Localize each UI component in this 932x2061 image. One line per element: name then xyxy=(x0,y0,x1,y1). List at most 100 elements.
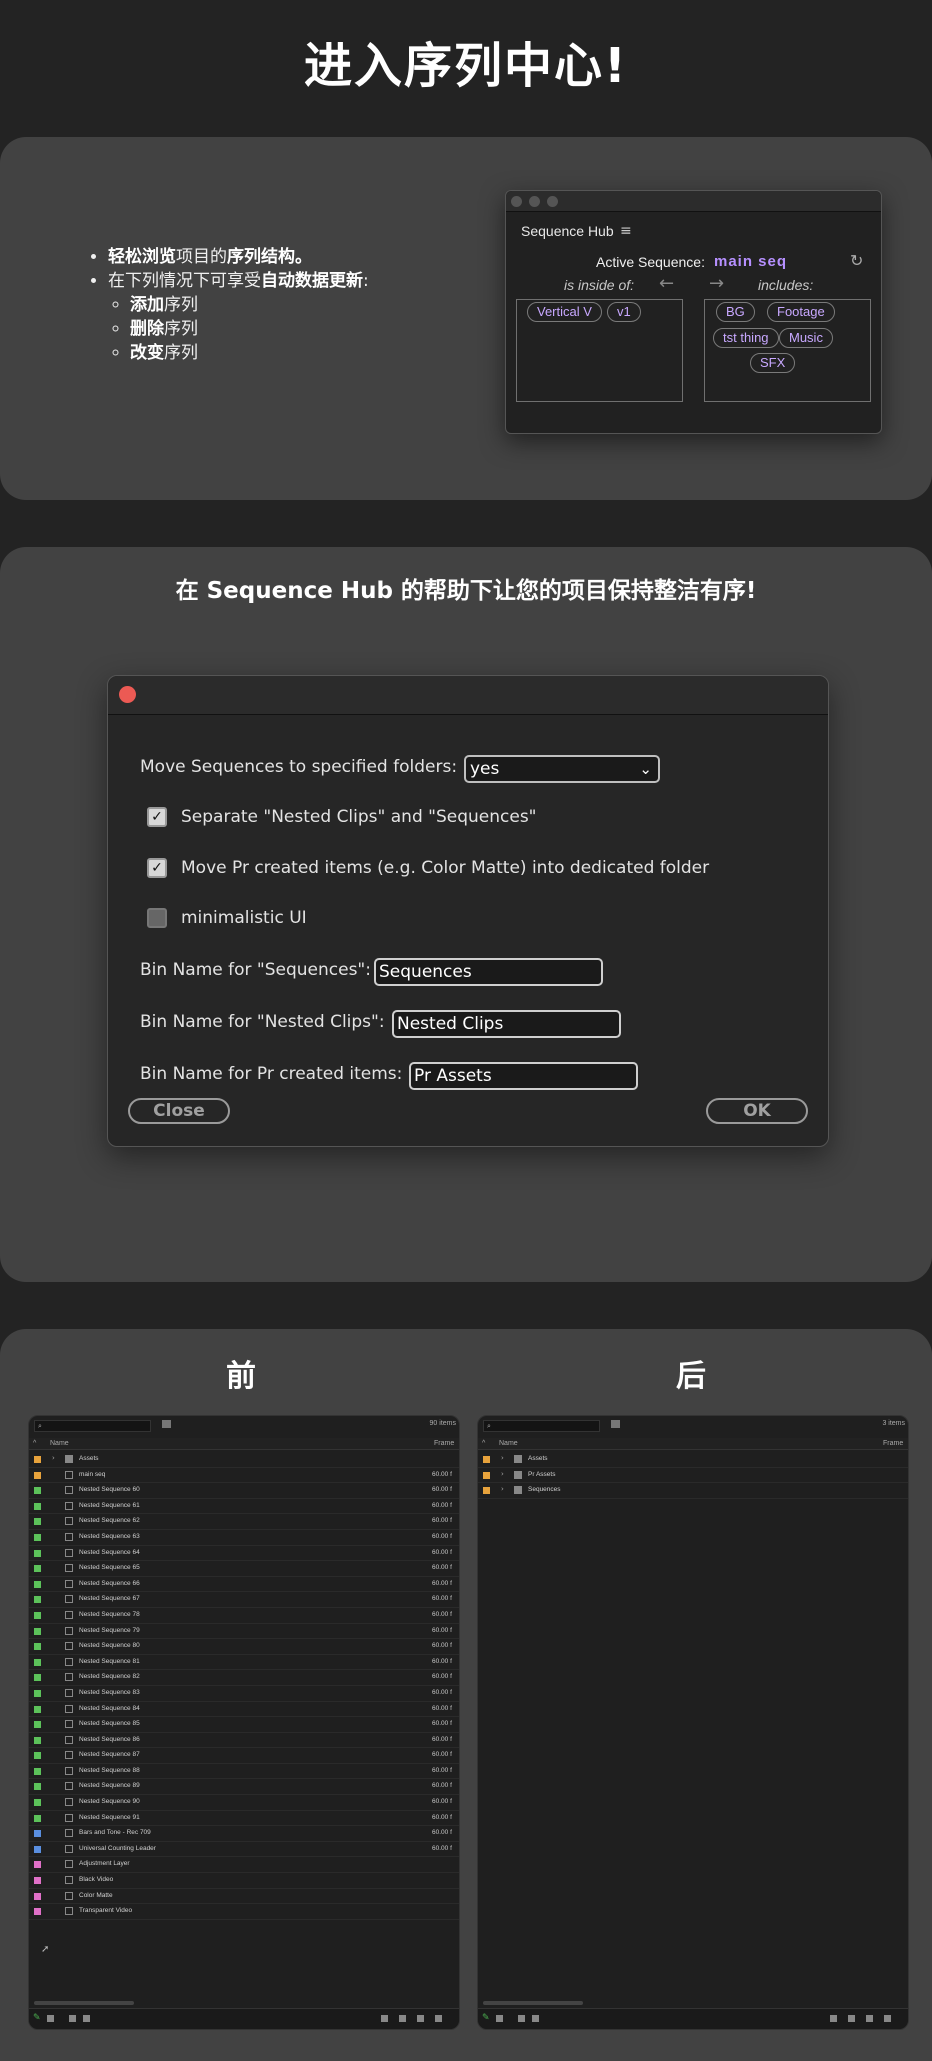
table-row[interactable]: Bars and Tone - Rec 709 60.00 f xyxy=(29,1826,459,1842)
label-color-swatch[interactable] xyxy=(34,1533,41,1541)
disclosure-triangle-icon[interactable]: › xyxy=(501,1470,504,1478)
table-row[interactable]: Transparent Video xyxy=(29,1904,459,1920)
trash-icon[interactable] xyxy=(884,2015,891,2022)
table-row[interactable]: › Assets xyxy=(29,1452,459,1468)
label-color-swatch[interactable] xyxy=(34,1830,41,1838)
refresh-icon[interactable]: ↻ xyxy=(850,251,863,270)
sequence-chip[interactable]: BG xyxy=(716,302,755,322)
arrow-right-icon[interactable]: → xyxy=(709,273,724,294)
ok-button[interactable]: OK xyxy=(706,1098,808,1124)
label-color-swatch[interactable] xyxy=(34,1721,41,1729)
label-color-swatch[interactable] xyxy=(34,1596,41,1604)
sequence-chip[interactable]: v1 xyxy=(607,302,641,322)
move-sequences-select[interactable]: yes ⌄ xyxy=(464,755,660,783)
arrow-left-icon[interactable]: ← xyxy=(659,273,674,294)
table-row[interactable]: Nested Sequence 87 60.00 f xyxy=(29,1748,459,1764)
label-color-swatch[interactable] xyxy=(483,1487,490,1495)
list-view-icon[interactable] xyxy=(496,2015,503,2022)
find-icon[interactable] xyxy=(830,2015,837,2022)
sequence-chip[interactable]: tst thing xyxy=(713,328,779,348)
freeform-view-icon[interactable] xyxy=(83,2015,90,2022)
table-row[interactable]: main seq 60.00 f xyxy=(29,1468,459,1484)
label-color-swatch[interactable] xyxy=(34,1502,41,1510)
table-row[interactable]: › Assets xyxy=(478,1452,908,1468)
table-row[interactable]: Nested Sequence 61 60.00 f xyxy=(29,1499,459,1515)
label-color-swatch[interactable] xyxy=(34,1752,41,1760)
trash-icon[interactable] xyxy=(435,2015,442,2022)
sequence-chip[interactable]: Music xyxy=(779,328,833,348)
sequence-chip[interactable]: Footage xyxy=(767,302,835,322)
new-item-icon[interactable] xyxy=(417,2015,424,2022)
table-row[interactable]: Nested Sequence 67 60.00 f xyxy=(29,1592,459,1608)
column-frame[interactable]: Frame xyxy=(434,1440,454,1447)
bin-nested-input[interactable]: Nested Clips xyxy=(392,1010,621,1038)
sort-icon[interactable]: ^ xyxy=(482,1440,485,1447)
label-color-swatch[interactable] xyxy=(34,1471,41,1479)
horizontal-scrollbar[interactable] xyxy=(483,2001,583,2005)
table-row[interactable]: Nested Sequence 62 60.00 f xyxy=(29,1514,459,1530)
label-color-swatch[interactable] xyxy=(483,1456,490,1463)
new-bin-icon[interactable] xyxy=(399,2015,406,2022)
label-color-swatch[interactable] xyxy=(34,1487,41,1495)
label-color-swatch[interactable] xyxy=(34,1814,41,1822)
minimalistic-ui-checkbox[interactable] xyxy=(147,908,167,928)
table-row[interactable]: Adjustment Layer xyxy=(29,1857,459,1874)
label-color-swatch[interactable] xyxy=(34,1861,41,1869)
label-color-swatch[interactable] xyxy=(34,1627,41,1635)
label-color-swatch[interactable] xyxy=(34,1845,41,1853)
label-color-swatch[interactable] xyxy=(34,1799,41,1807)
search-input[interactable]: ⌕ xyxy=(483,1420,600,1432)
disclosure-triangle-icon[interactable]: › xyxy=(52,1454,55,1462)
column-frame[interactable]: Frame xyxy=(883,1440,903,1447)
traffic-light-close[interactable] xyxy=(511,196,522,207)
table-row[interactable]: Nested Sequence 90 60.00 f xyxy=(29,1795,459,1811)
table-row[interactable]: Nested Sequence 86 60.00 f xyxy=(29,1733,459,1749)
new-item-icon[interactable] xyxy=(866,2015,873,2022)
label-color-swatch[interactable] xyxy=(34,1643,41,1651)
table-row[interactable]: Nested Sequence 81 60.00 f xyxy=(29,1655,459,1671)
sort-icon[interactable]: ^ xyxy=(33,1440,36,1447)
column-name[interactable]: Name xyxy=(50,1440,69,1447)
table-row[interactable]: Nested Sequence 84 60.00 f xyxy=(29,1702,459,1718)
table-row[interactable]: Nested Sequence 65 60.00 f xyxy=(29,1561,459,1577)
table-row[interactable]: Color Matte xyxy=(29,1889,459,1905)
table-row[interactable]: › Pr Assets xyxy=(478,1468,908,1484)
table-row[interactable]: Nested Sequence 88 60.00 f xyxy=(29,1764,459,1780)
sequence-chip[interactable]: SFX xyxy=(750,353,796,373)
label-color-swatch[interactable] xyxy=(34,1456,41,1463)
table-row[interactable]: Nested Sequence 80 60.00 f xyxy=(29,1639,459,1655)
list-view-icon[interactable] xyxy=(47,2015,54,2022)
label-color-swatch[interactable] xyxy=(483,1471,490,1479)
table-row[interactable]: Nested Sequence 79 60.00 f xyxy=(29,1624,459,1640)
table-row[interactable]: Nested Sequence 89 60.00 f xyxy=(29,1779,459,1796)
table-row[interactable]: Nested Sequence 60 60.00 f xyxy=(29,1483,459,1499)
label-color-swatch[interactable] xyxy=(34,1580,41,1588)
table-row[interactable]: Nested Sequence 83 60.00 f xyxy=(29,1686,459,1702)
move-pr-items-checkbox[interactable]: ✓ xyxy=(147,858,167,878)
table-row[interactable]: › Sequences xyxy=(478,1483,908,1499)
table-row[interactable]: Black Video xyxy=(29,1873,459,1889)
horizontal-scrollbar[interactable] xyxy=(34,2001,134,2005)
label-color-swatch[interactable] xyxy=(34,1877,41,1885)
table-row[interactable]: Nested Sequence 82 60.00 f xyxy=(29,1670,459,1686)
label-color-swatch[interactable] xyxy=(34,1908,41,1916)
table-row[interactable]: Nested Sequence 85 60.00 f xyxy=(29,1717,459,1733)
label-color-swatch[interactable] xyxy=(34,1518,41,1526)
icon-view-icon[interactable] xyxy=(69,2015,76,2022)
label-color-swatch[interactable] xyxy=(34,1705,41,1713)
bin-sequences-input[interactable]: Sequences xyxy=(374,958,603,986)
label-color-swatch[interactable] xyxy=(34,1674,41,1682)
label-color-swatch[interactable] xyxy=(34,1565,41,1573)
label-color-swatch[interactable] xyxy=(34,1611,41,1619)
label-color-swatch[interactable] xyxy=(34,1767,41,1775)
close-button[interactable]: Close xyxy=(128,1098,230,1124)
table-row[interactable]: Nested Sequence 91 60.00 f xyxy=(29,1811,459,1827)
pencil-icon[interactable]: ✎ xyxy=(33,2013,41,2023)
close-window-icon[interactable] xyxy=(119,686,136,703)
new-bin-icon[interactable] xyxy=(848,2015,855,2022)
label-color-swatch[interactable] xyxy=(34,1892,41,1900)
label-color-swatch[interactable] xyxy=(34,1689,41,1697)
panel-tab-title[interactable]: Sequence Hub xyxy=(521,223,614,239)
table-row[interactable]: Nested Sequence 64 60.00 f xyxy=(29,1546,459,1562)
column-name[interactable]: Name xyxy=(499,1440,518,1447)
